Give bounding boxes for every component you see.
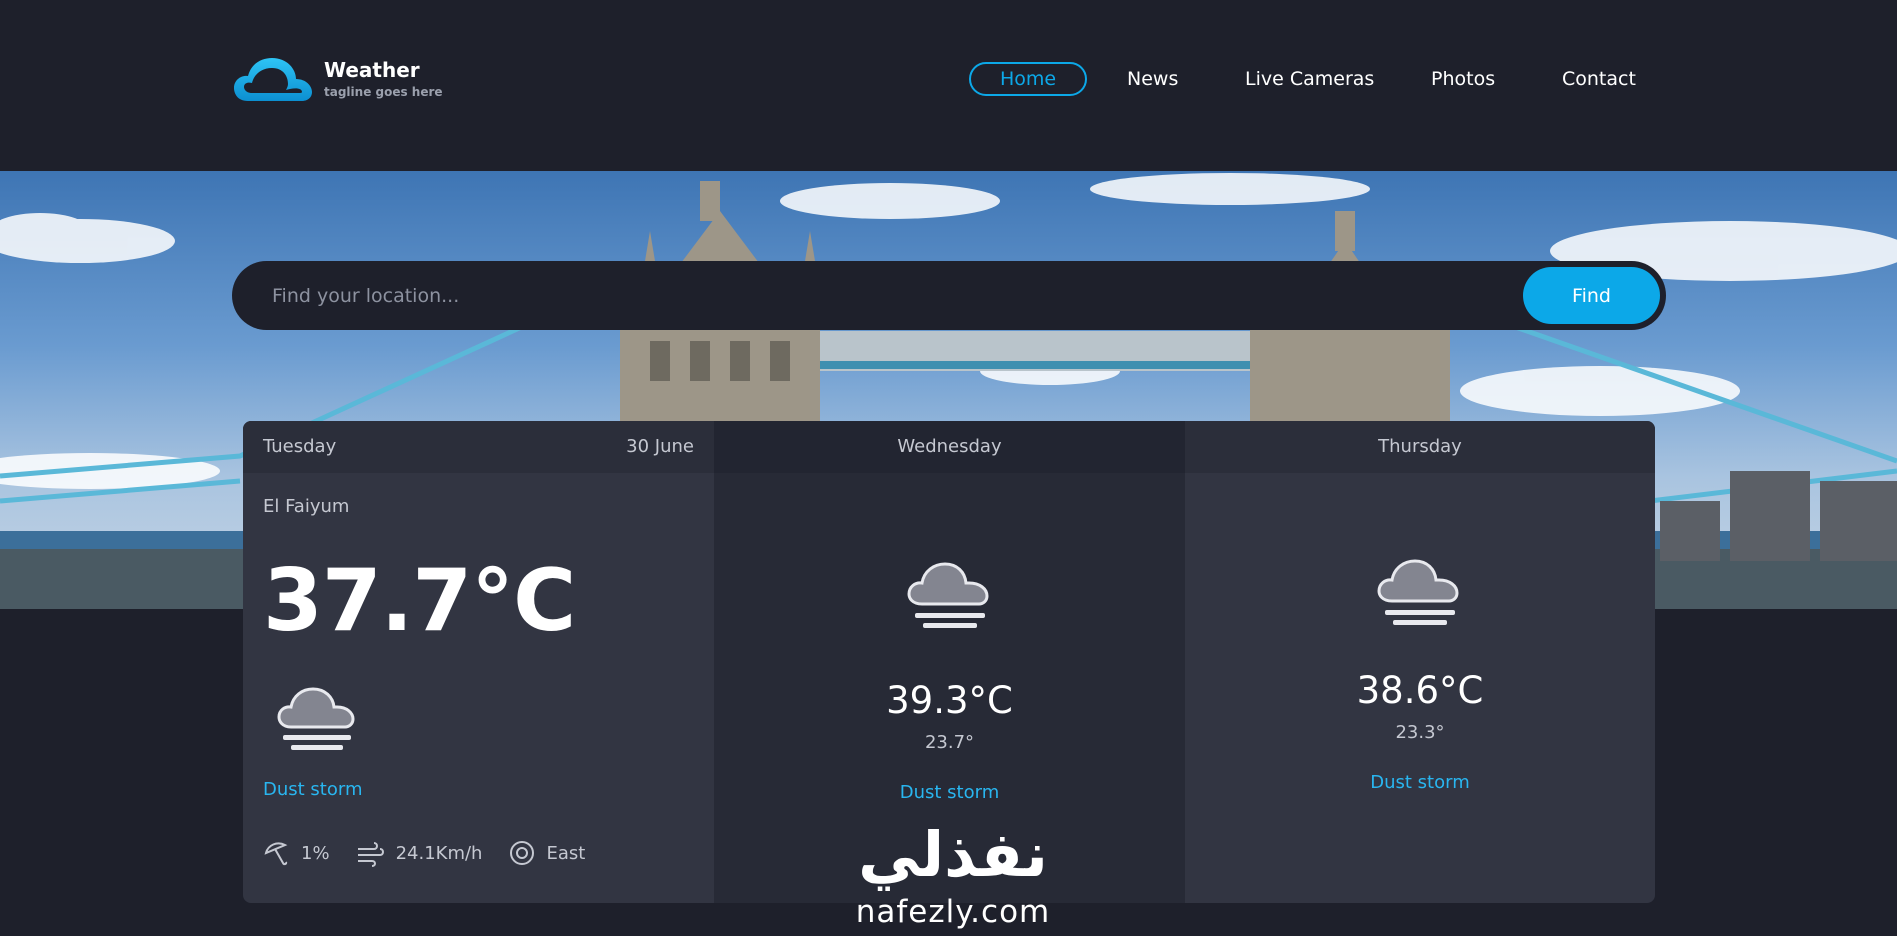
day-condition: Dust storm bbox=[899, 782, 1000, 803]
forecast-day-header: Thursday bbox=[1185, 421, 1655, 473]
nav-contact[interactable]: Contact bbox=[1562, 62, 1636, 96]
today-condition: Dust storm bbox=[263, 779, 363, 800]
nav-live-cameras[interactable]: Live Cameras bbox=[1245, 62, 1374, 96]
day-max-temp: 38.6°C bbox=[1356, 669, 1484, 712]
watermark: نفذلي nafezly.com bbox=[838, 820, 1068, 936]
day-max-temp: 39.3°C bbox=[886, 679, 1013, 722]
location-search: Find bbox=[232, 261, 1666, 330]
wind-direction-value: East bbox=[546, 842, 586, 864]
dust-cloud-icon bbox=[277, 687, 355, 750]
forecast-day-thursday: Thursday 38.6°C 23.3° Dust storm bbox=[1185, 421, 1655, 903]
forecast-day-header: Wednesday bbox=[714, 421, 1185, 473]
compass-icon bbox=[510, 841, 535, 865]
dust-cloud-icon bbox=[1377, 559, 1459, 625]
forecast-today: Tuesday 30 June El Faiyum 37.7°C Dust st… bbox=[243, 421, 714, 903]
brand[interactable]: Weather tagline goes here bbox=[232, 55, 443, 105]
current-temperature: 37.7°C bbox=[263, 551, 576, 651]
rain-stat: 1% bbox=[263, 839, 330, 867]
search-input[interactable] bbox=[270, 261, 1420, 330]
forecast-today-header: Tuesday 30 June bbox=[243, 421, 714, 473]
brand-name: Weather bbox=[324, 58, 420, 82]
nav-home[interactable]: Home bbox=[969, 62, 1087, 96]
today-date: 30 June bbox=[626, 436, 694, 457]
find-button[interactable]: Find bbox=[1523, 267, 1660, 324]
umbrella-icon bbox=[264, 842, 288, 866]
today-stats: 1% 24.1Km/h East bbox=[263, 839, 611, 867]
nav-news[interactable]: News bbox=[1127, 62, 1178, 96]
wind-speed-value: 24.1Km/h bbox=[395, 842, 483, 864]
wind-direction-stat: East bbox=[508, 839, 585, 867]
brand-tagline: tagline goes here bbox=[324, 85, 443, 99]
cloud-logo-icon bbox=[234, 58, 312, 101]
location-name: El Faiyum bbox=[263, 496, 350, 517]
day-min-temp: 23.3° bbox=[1395, 722, 1445, 743]
wind-icon bbox=[357, 842, 384, 867]
wind-stat: 24.1Km/h bbox=[356, 839, 483, 867]
nav-photos[interactable]: Photos bbox=[1431, 62, 1495, 96]
watermark-arabic: نفذلي bbox=[858, 818, 1048, 891]
dust-cloud-icon bbox=[906, 562, 989, 628]
rain-value: 1% bbox=[301, 842, 330, 864]
day-min-temp: 23.7° bbox=[924, 732, 975, 753]
today-day: Tuesday bbox=[263, 436, 337, 457]
watermark-latin: nafezly.com bbox=[855, 894, 1051, 930]
site-header: Weather tagline goes here Home News Live… bbox=[0, 0, 1897, 171]
day-condition: Dust storm bbox=[1370, 772, 1470, 793]
